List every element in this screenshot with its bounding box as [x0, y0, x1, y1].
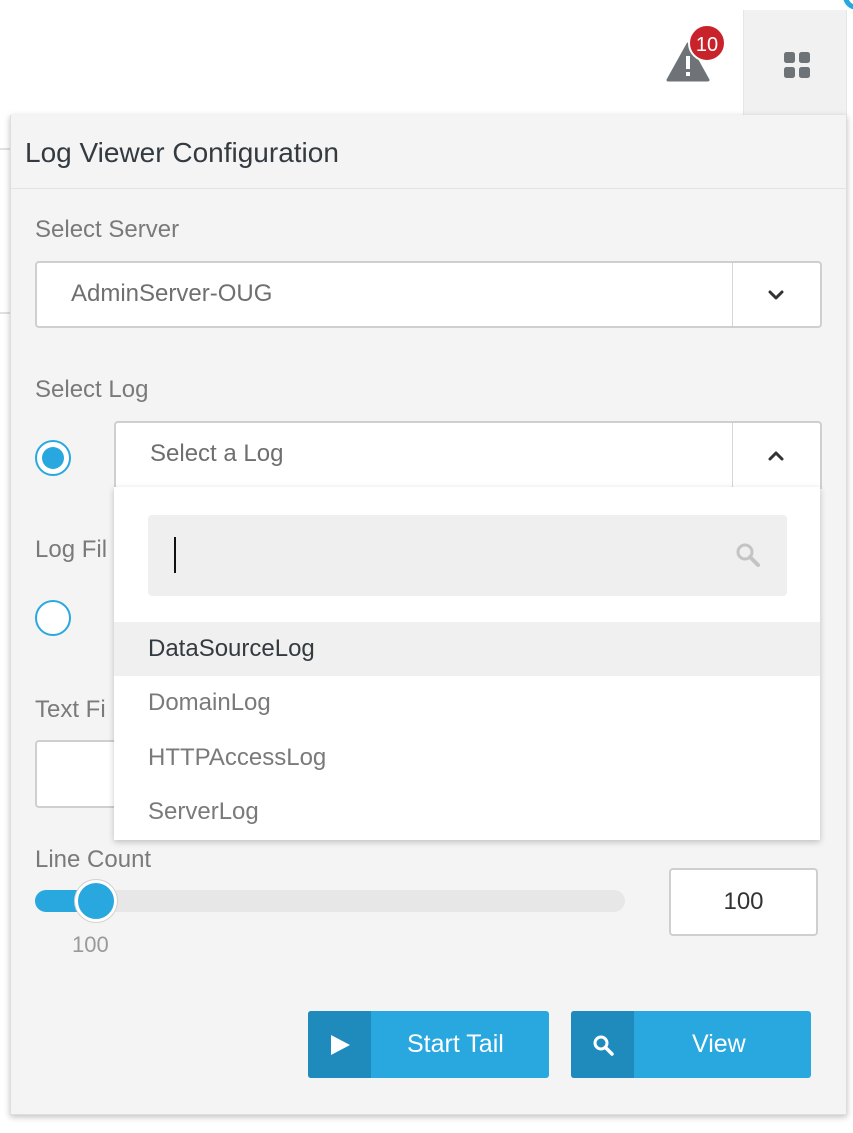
log-select[interactable]: Select a Log: [114, 421, 822, 489]
corner-accent: [843, 0, 853, 10]
select-server-label: Select Server: [35, 216, 180, 243]
play-icon-box: [308, 1011, 371, 1078]
top-bar: 10: [0, 0, 853, 116]
chevron-up-icon: [768, 451, 784, 461]
log-option-serverlog[interactable]: ServerLog: [114, 785, 820, 839]
server-select-value: AdminServer-OUG: [71, 280, 273, 307]
view-label: View: [692, 1030, 746, 1058]
panel-header: Log Viewer Configuration: [11, 115, 846, 189]
line-count-slider[interactable]: [35, 890, 625, 912]
start-tail-button[interactable]: Start Tail: [308, 1011, 549, 1078]
line-count-input[interactable]: 100: [669, 868, 818, 936]
text-filter-label: Text Fi: [35, 696, 106, 723]
select-log-label: Select Log: [35, 376, 149, 403]
search-icon: [593, 1035, 614, 1056]
log-search-input[interactable]: [148, 515, 787, 596]
view-button[interactable]: View: [571, 1011, 811, 1078]
search-icon-box: [571, 1011, 634, 1078]
log-option-domainlog[interactable]: DomainLog: [114, 676, 820, 730]
server-select-toggle[interactable]: [732, 263, 820, 326]
start-tail-label: Start Tail: [407, 1030, 504, 1058]
log-option-httpaccesslog[interactable]: HTTPAccessLog: [114, 731, 820, 785]
log-select-toggle[interactable]: [732, 423, 820, 487]
log-dropdown-menu: DataSourceLog DomainLog HTTPAccessLog Se…: [114, 487, 820, 840]
line-count-label: Line Count: [35, 846, 152, 873]
select-log-radio[interactable]: [35, 440, 71, 476]
panel-title: Log Viewer Configuration: [25, 137, 339, 168]
log-file-label: Log Fil: [35, 536, 108, 563]
log-viewer-screen: 10 Log Viewer Configuration Select Serve…: [0, 0, 853, 1133]
search-icon: [736, 543, 760, 567]
app-menu-button[interactable]: [743, 10, 847, 116]
text-cursor: [174, 537, 176, 573]
slider-value-label: 100: [72, 932, 109, 957]
slider-thumb[interactable]: [75, 880, 117, 922]
server-select[interactable]: AdminServer-OUG: [35, 261, 822, 328]
log-select-placeholder: Select a Log: [150, 440, 284, 467]
alert-count-badge: 10: [688, 24, 726, 62]
grid-icon: [784, 52, 810, 78]
log-option-datasourcelog[interactable]: DataSourceLog: [114, 622, 820, 676]
chevron-down-icon: [768, 290, 784, 300]
play-icon: [331, 1035, 350, 1055]
log-file-radio[interactable]: [35, 600, 71, 636]
